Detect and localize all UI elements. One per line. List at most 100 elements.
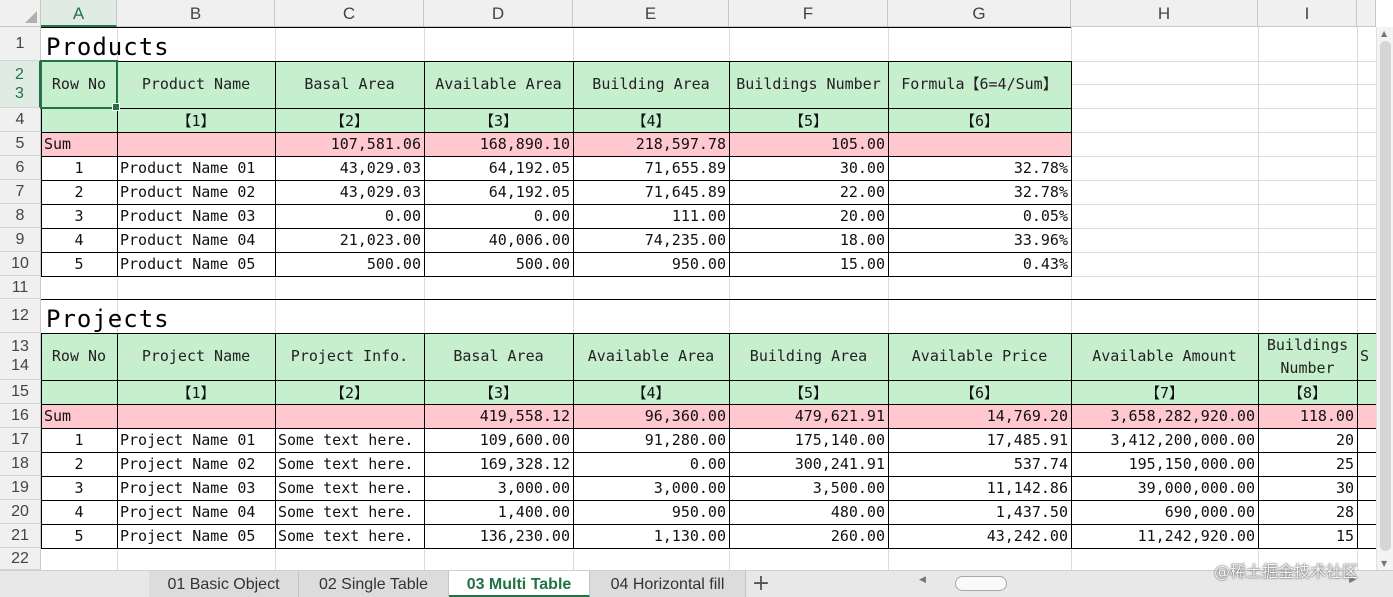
table-cell[interactable] <box>275 404 424 428</box>
row-header-9[interactable]: 9 <box>0 228 41 252</box>
column-title[interactable]: Basal Area <box>424 333 573 380</box>
vertical-scroll-thumb[interactable] <box>1380 41 1391 551</box>
tab-02-single-table[interactable]: 02 Single Table <box>299 571 449 597</box>
table-cell[interactable]: Project Name 03 <box>117 476 275 500</box>
column-title[interactable]: Available Price <box>888 333 1071 380</box>
table-cell[interactable]: 260.00 <box>729 524 888 548</box>
select-all-corner[interactable] <box>0 0 41 27</box>
table-cell[interactable]: 950.00 <box>573 500 729 524</box>
table-cell[interactable]: 0.00 <box>573 452 729 476</box>
column-header-i[interactable]: I <box>1258 0 1357 27</box>
table-cell[interactable]: 3 <box>41 204 117 228</box>
row-header-5[interactable]: 5 <box>0 132 41 156</box>
table-cell[interactable]: 1 <box>41 156 117 180</box>
add-sheet-icon[interactable]: + <box>746 571 776 597</box>
table-cell[interactable]: 419,558.12 <box>424 404 573 428</box>
column-title[interactable]: Available Area <box>573 333 729 380</box>
table-cell[interactable]: 1,400.00 <box>424 500 573 524</box>
table-cell[interactable]: 【3】 <box>424 380 573 404</box>
row-header-20[interactable]: 20 <box>0 500 41 524</box>
row-header-8[interactable]: 8 <box>0 204 41 228</box>
column-header-b[interactable]: B <box>117 0 275 27</box>
table-cell[interactable]: 28 <box>1258 500 1357 524</box>
table-cell[interactable]: 5 <box>41 524 117 548</box>
table-cell[interactable]: 2 <box>41 452 117 476</box>
table-cell[interactable]: 175,140.00 <box>729 428 888 452</box>
column-header-j[interactable] <box>1357 0 1376 27</box>
table-cell[interactable]: 169,328.12 <box>424 452 573 476</box>
tab-01-basic-object[interactable]: 01 Basic Object <box>149 571 299 597</box>
table-cell[interactable]: 21,023.00 <box>275 228 424 252</box>
table-cell[interactable] <box>117 404 275 428</box>
table-cell[interactable]: 【4】 <box>573 108 729 132</box>
table-cell[interactable]: 0.05% <box>888 204 1071 228</box>
table-cell[interactable]: Buildings Number <box>729 61 888 108</box>
table-cell[interactable]: 96,360.00 <box>573 404 729 428</box>
column-title[interactable]: Row No <box>41 333 117 380</box>
table-cell[interactable]: 690,000.00 <box>1071 500 1258 524</box>
column-title[interactable]: Available Amount <box>1071 333 1258 380</box>
table-cell[interactable]: 40,006.00 <box>424 228 573 252</box>
table-cell[interactable]: 3,500.00 <box>729 476 888 500</box>
column-header-d[interactable]: D <box>424 0 573 27</box>
table-cell[interactable]: 480.00 <box>729 500 888 524</box>
row-header-18[interactable]: 18 <box>0 452 41 476</box>
table-cell[interactable]: 479,621.91 <box>729 404 888 428</box>
table-cell[interactable]: 74,235.00 <box>573 228 729 252</box>
table-cell[interactable]: 950.00 <box>573 252 729 276</box>
column-title[interactable]: Project Name <box>117 333 275 380</box>
table-cell[interactable]: 3,000.00 <box>424 476 573 500</box>
column-header-e[interactable]: E <box>573 0 729 27</box>
table-cell[interactable]: 3,000.00 <box>573 476 729 500</box>
table-cell[interactable]: 【6】 <box>888 380 1071 404</box>
table-cell[interactable]: 109,600.00 <box>424 428 573 452</box>
table-cell[interactable]: 0.43% <box>888 252 1071 276</box>
table-cell[interactable]: 168,890.10 <box>424 132 573 156</box>
row-header-15[interactable]: 15 <box>0 380 41 404</box>
table-cell[interactable]: 107,581.06 <box>275 132 424 156</box>
column-header-f[interactable]: F <box>729 0 888 27</box>
table-cell[interactable]: Some text here. <box>275 452 424 476</box>
table-cell[interactable]: 4 <box>41 228 117 252</box>
scroll-down-icon[interactable]: ▼ <box>1381 559 1387 568</box>
row-header-6[interactable]: 6 <box>0 156 41 180</box>
table-cell[interactable]: 22.00 <box>729 180 888 204</box>
table-cell[interactable]: 64,192.05 <box>424 180 573 204</box>
table-cell[interactable]: 【1】 <box>117 380 275 404</box>
table-cell[interactable]: 14,769.20 <box>888 404 1071 428</box>
table-cell[interactable]: Some text here. <box>275 524 424 548</box>
column-title[interactable]: Project Info. <box>275 333 424 380</box>
table-cell[interactable]: Project Name 04 <box>117 500 275 524</box>
table-cell[interactable]: 20 <box>1258 428 1357 452</box>
row-header-2[interactable]: 23 <box>0 61 41 108</box>
table-cell[interactable] <box>41 380 117 404</box>
table-cell[interactable]: 4 <box>41 500 117 524</box>
vertical-scrollbar[interactable]: ▲ ▼ <box>1376 27 1393 570</box>
table-cell[interactable]: 11,142.86 <box>888 476 1071 500</box>
table-cell[interactable]: Product Name 01 <box>117 156 275 180</box>
row-header-19[interactable]: 19 <box>0 476 41 500</box>
column-title[interactable]: Buildings Number <box>1258 333 1357 380</box>
table-cell[interactable]: 111.00 <box>573 204 729 228</box>
table-cell[interactable]: 3 <box>41 476 117 500</box>
table-cell[interactable]: Product Name <box>117 61 275 108</box>
row-header-11[interactable]: 11 <box>0 276 41 299</box>
table-cell[interactable]: Sum <box>41 404 117 428</box>
table-cell[interactable]: Building Area <box>573 61 729 108</box>
table-cell[interactable]: 64,192.05 <box>424 156 573 180</box>
table-cell[interactable]: 43,029.03 <box>275 180 424 204</box>
row-header-21[interactable]: 21 <box>0 524 41 548</box>
row-header-22[interactable]: 22 <box>0 548 41 570</box>
table-cell[interactable]: Basal Area <box>275 61 424 108</box>
table-cell[interactable]: 30.00 <box>729 156 888 180</box>
row-header-7[interactable]: 7 <box>0 180 41 204</box>
table-cell[interactable]: 39,000,000.00 <box>1071 476 1258 500</box>
table-cell[interactable]: Project Name 05 <box>117 524 275 548</box>
table-cell[interactable] <box>41 108 117 132</box>
table-cell[interactable]: Available Area <box>424 61 573 108</box>
table-cell[interactable]: 5 <box>41 252 117 276</box>
table-cell[interactable]: 500.00 <box>424 252 573 276</box>
table-cell[interactable]: 【8】 <box>1258 380 1357 404</box>
table-cell[interactable] <box>117 132 275 156</box>
table-cell[interactable]: 118.00 <box>1258 404 1357 428</box>
